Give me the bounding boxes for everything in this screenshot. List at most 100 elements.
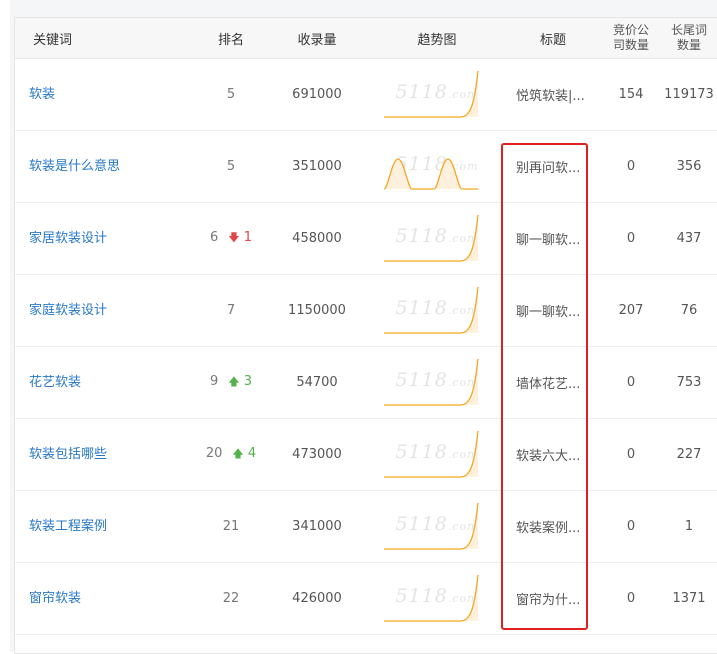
trend-sparkline [384, 574, 479, 622]
title-cell[interactable]: 软装案例... [504, 490, 602, 563]
trend-area [384, 574, 478, 621]
rank-change-up: 🡅 4 [226, 446, 256, 461]
rank-cell: 5 [198, 130, 264, 203]
header-bid-line2: 司数量 [612, 38, 649, 52]
trend-chart[interactable]: 5118.com [382, 67, 492, 123]
trend-chart[interactable]: 5118.com [382, 499, 492, 555]
keyword-link[interactable]: 软装工程案例 [29, 517, 121, 537]
header-indexed[interactable]: 收录量 [264, 18, 370, 59]
title-cell[interactable]: 软装六大... [504, 418, 602, 491]
title-cell[interactable]: 别再问软... [504, 130, 602, 203]
trend-chart[interactable]: 5118.com [382, 427, 492, 483]
rank-change-up: 🡅 3 [222, 374, 252, 389]
trend-line [384, 430, 479, 478]
indexed-cell: 351000 [264, 130, 370, 203]
keyword-link[interactable]: 家居软装设计 [29, 229, 121, 249]
rank-value: 21 [222, 519, 240, 534]
header-keyword[interactable]: 关键词 [15, 18, 198, 59]
bid-count-cell: 0 [602, 490, 660, 563]
rank-value: 22 [222, 591, 240, 606]
trend-line [384, 502, 479, 550]
longtail-count-cell[interactable]: 76 [660, 274, 717, 347]
keyword-cell: 家庭软装设计 [15, 274, 198, 347]
arrow-down-icon: 🡇 [228, 231, 240, 244]
trend-area [384, 70, 478, 117]
rank-cell: 6 🡇 1 [198, 202, 264, 275]
arrow-up-icon: 🡅 [228, 375, 240, 388]
header-bid-count[interactable]: 竞价公 司数量 [602, 18, 660, 59]
trend-line [384, 358, 479, 406]
title-cell[interactable]: 聊一聊软... [504, 202, 602, 275]
title-cell[interactable]: 窗帘为什... [504, 562, 602, 635]
trend-chart[interactable]: 5118.com [382, 283, 492, 339]
header-trend: 趋势图 [370, 18, 504, 59]
table-row: 家庭软装设计 7 1150000 5118.com 聊一聊软... 207 76 [15, 274, 717, 347]
trend-chart[interactable]: 5118.com [382, 211, 492, 267]
keyword-cell: 软装是什么意思 [15, 130, 198, 203]
longtail-count-cell[interactable]: 356 [660, 130, 717, 203]
bid-count-cell: 0 [602, 418, 660, 491]
trend-cell: 5118.com [370, 274, 504, 347]
indexed-cell: 691000 [264, 58, 370, 131]
arrow-up-icon: 🡅 [232, 447, 244, 460]
title-cell[interactable]: 墙体花艺... [504, 346, 602, 419]
keyword-cell: 家居软装设计 [15, 202, 198, 275]
rank-cell: 21 [198, 490, 264, 563]
rank-value: 9 [209, 374, 219, 389]
title-cell[interactable]: 悦筑软装|... [504, 58, 602, 131]
longtail-count-cell[interactable]: 437 [660, 202, 717, 275]
trend-sparkline [384, 358, 479, 406]
trend-cell: 5118.com [370, 418, 504, 491]
title-cell[interactable]: 聊一聊软... [504, 274, 602, 347]
rank-cell: 7 [198, 274, 264, 347]
header-bid-line1: 竞价公 [612, 23, 649, 37]
trend-area [384, 286, 478, 333]
indexed-cell: 341000 [264, 490, 370, 563]
longtail-count-cell[interactable]: 119173 [660, 58, 717, 131]
rank-change-down: 🡇 1 [222, 230, 252, 245]
header-rank[interactable]: 排名 [198, 18, 264, 59]
keyword-table-card: 关键词 排名 收录量 趋势图 标题 竞价公 司数量 长尾词 数量 软装 5 6910… [14, 17, 717, 654]
trend-sparkline [384, 286, 479, 334]
trend-cell: 5118.com [370, 490, 504, 563]
indexed-cell: 1150000 [264, 274, 370, 347]
trend-area [384, 430, 478, 477]
header-longtail-line2: 数量 [676, 38, 701, 52]
longtail-count-cell[interactable]: 227 [660, 418, 717, 491]
table-row: 软装工程案例 21 341000 5118.com 软装案例... 0 1 [15, 490, 717, 563]
rank-change-value: 4 [247, 446, 257, 461]
rank-value: 6 [209, 230, 219, 245]
trend-chart[interactable]: 5118.com [382, 355, 492, 411]
longtail-count-cell[interactable]: 753 [660, 346, 717, 419]
trend-line [384, 214, 479, 262]
rank-change-value: 1 [243, 230, 252, 245]
keyword-link[interactable]: 软装 [29, 85, 121, 105]
keyword-cell: 软装包括哪些 [15, 418, 198, 491]
table-row: 家居软装设计 6 🡇 1 458000 5118.com 聊一聊软... 0 43… [15, 202, 717, 275]
keyword-link[interactable]: 软装是什么意思 [29, 157, 121, 177]
rank-cell: 20 🡅 4 [198, 418, 264, 491]
table-row: 软装包括哪些 20 🡅 4 473000 5118.com 软装六大... 0 2… [15, 418, 717, 491]
keyword-table: 关键词 排名 收录量 趋势图 标题 竞价公 司数量 长尾词 数量 软装 5 6910… [15, 18, 717, 635]
header-longtail-line1: 长尾词 [670, 23, 707, 37]
trend-sparkline [384, 430, 479, 478]
rank-change-value: 3 [243, 374, 252, 389]
keyword-link[interactable]: 窗帘软装 [29, 589, 121, 609]
keyword-link[interactable]: 家庭软装设计 [29, 301, 121, 321]
bid-count-cell: 207 [602, 274, 660, 347]
header-longtail-count[interactable]: 长尾词 数量 [660, 18, 717, 59]
table-row: 软装是什么意思 5 351000 5118.com 别再问软... 0 356 [15, 130, 717, 203]
table-row: 软装 5 691000 5118.com 悦筑软装|... 154 119173 [15, 58, 717, 131]
trend-line [384, 286, 479, 334]
longtail-count-cell[interactable]: 1371 [660, 562, 717, 635]
rank-value: 20 [205, 446, 223, 461]
keyword-link[interactable]: 花艺软装 [29, 373, 121, 393]
keyword-link[interactable]: 软装包括哪些 [29, 445, 121, 465]
trend-sparkline [384, 214, 479, 262]
trend-cell: 5118.com [370, 202, 504, 275]
trend-chart[interactable]: 5118.com [382, 571, 492, 627]
longtail-count-cell[interactable]: 1 [660, 490, 717, 563]
indexed-cell: 473000 [264, 418, 370, 491]
trend-sparkline [383, 157, 478, 190]
trend-chart[interactable]: 5118.com [382, 139, 492, 195]
